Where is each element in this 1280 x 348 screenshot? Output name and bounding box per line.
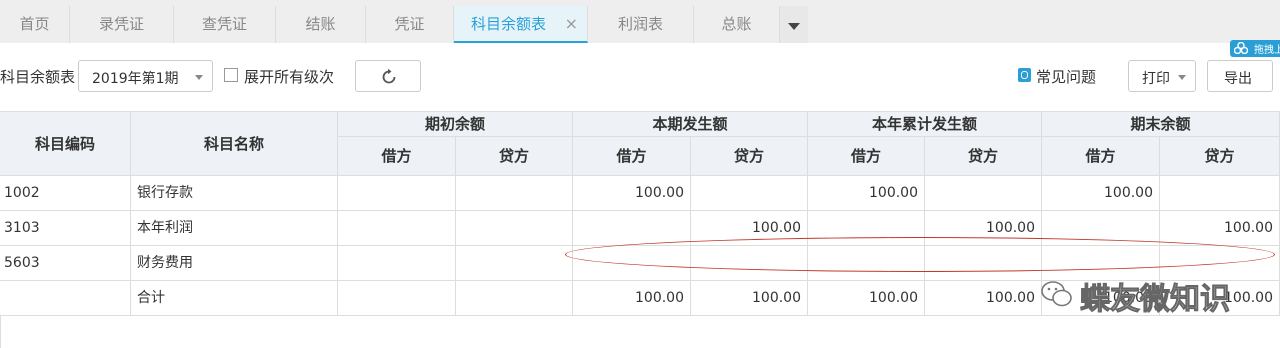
tab-label: 首页 bbox=[19, 15, 50, 33]
tab-bar: 首页 录凭证 查凭证 结账 凭证 科目余额表 × 利润表 总账 bbox=[0, 0, 1280, 43]
caret-down-icon bbox=[1178, 75, 1186, 80]
col-group-opening: 期初余额 bbox=[338, 112, 573, 137]
cell-amount bbox=[1042, 211, 1160, 246]
cell-amount bbox=[456, 281, 573, 316]
cell-amount bbox=[456, 176, 573, 211]
period-select[interactable]: 2019年第1期 bbox=[78, 60, 213, 92]
refresh-icon bbox=[382, 68, 396, 84]
cell-amount bbox=[691, 176, 808, 211]
cell-amount: 100.00 bbox=[925, 211, 1042, 246]
col-group-closing: 期末余额 bbox=[1042, 112, 1280, 137]
col-header-debit: 借方 bbox=[1042, 137, 1160, 176]
wechat-icon bbox=[1041, 281, 1072, 307]
cell-account-name: 合计 bbox=[131, 281, 338, 316]
cell-amount: 100.00 bbox=[925, 281, 1042, 316]
tab-label: 录凭证 bbox=[98, 15, 144, 33]
tab-closing[interactable]: 结账 bbox=[276, 6, 366, 43]
cell-amount bbox=[573, 246, 691, 281]
tab-more-dropdown[interactable] bbox=[780, 6, 808, 43]
tab-label: 总账 bbox=[721, 15, 752, 33]
cell-amount: 100.00 bbox=[691, 281, 808, 316]
cell-amount bbox=[338, 281, 456, 316]
col-group-period: 本期发生额 bbox=[573, 112, 808, 137]
col-header-debit: 借方 bbox=[573, 137, 691, 176]
col-group-ytd: 本年累计发生额 bbox=[808, 112, 1042, 137]
tab-income-statement[interactable]: 利润表 bbox=[588, 6, 694, 43]
tab-account-balance[interactable]: 科目余额表 × bbox=[454, 6, 588, 43]
cell-amount bbox=[338, 176, 456, 211]
export-button[interactable]: 导出 bbox=[1207, 60, 1273, 92]
tab-home[interactable]: 首页 bbox=[0, 6, 70, 43]
period-value: 2019年第1期 bbox=[92, 71, 179, 87]
faq-link[interactable]: 常见问题 bbox=[1036, 66, 1096, 87]
cell-account-code: 1002 bbox=[0, 176, 131, 211]
cell-account-name: 财务费用 bbox=[131, 246, 338, 281]
tab-label: 凭证 bbox=[394, 15, 425, 33]
cell-amount: 100.00 bbox=[691, 211, 808, 246]
cell-amount: 100.00 bbox=[808, 281, 925, 316]
cell-amount bbox=[925, 176, 1042, 211]
close-icon[interactable]: × bbox=[565, 6, 578, 42]
col-header-credit: 贷方 bbox=[456, 137, 573, 176]
cell-account-name: 本年利润 bbox=[131, 211, 338, 246]
cell-account-code: 5603 bbox=[0, 246, 131, 281]
col-header-credit: 贷方 bbox=[1160, 137, 1280, 176]
export-label: 导出 bbox=[1224, 71, 1252, 87]
caret-down-icon bbox=[788, 23, 800, 30]
cell-account-name: 银行存款 bbox=[131, 176, 338, 211]
drag-badge[interactable]: 拖拽上 bbox=[1230, 40, 1280, 57]
cell-account-code: 3103 bbox=[0, 211, 131, 246]
col-header-credit: 贷方 bbox=[691, 137, 808, 176]
tab-general-ledger[interactable]: 总账 bbox=[694, 6, 780, 43]
cell-amount bbox=[338, 246, 456, 281]
cell-amount: 100.00 bbox=[573, 281, 691, 316]
tab-query-voucher[interactable]: 查凭证 bbox=[174, 6, 276, 43]
expand-all-label: 展开所有级次 bbox=[244, 68, 335, 86]
cell-amount: 100.00 bbox=[1042, 176, 1160, 211]
print-label: 打印 bbox=[1142, 71, 1170, 87]
col-header-debit: 借方 bbox=[808, 137, 925, 176]
tab-record-voucher[interactable]: 录凭证 bbox=[70, 6, 174, 43]
cell-amount bbox=[691, 246, 808, 281]
cell-amount: 100.00 bbox=[808, 176, 925, 211]
col-header-credit: 贷方 bbox=[925, 137, 1042, 176]
report-label: 科目余额表 bbox=[0, 68, 76, 86]
cell-amount bbox=[808, 246, 925, 281]
col-header-debit: 借方 bbox=[338, 137, 456, 176]
cell-amount: 100.00 bbox=[1160, 211, 1280, 246]
cell-amount bbox=[456, 246, 573, 281]
col-header-code: 科目编码 bbox=[0, 112, 131, 176]
cell-amount bbox=[925, 246, 1042, 281]
print-button[interactable]: 打印 bbox=[1128, 60, 1196, 92]
tab-voucher[interactable]: 凭证 bbox=[366, 6, 454, 43]
drag-badge-text: 拖拽上 bbox=[1254, 45, 1280, 56]
tab-label: 科目余额表 bbox=[471, 15, 547, 33]
cell-amount bbox=[573, 211, 691, 246]
help-icon bbox=[1018, 68, 1031, 82]
caret-down-icon bbox=[195, 75, 203, 80]
tab-label: 查凭证 bbox=[201, 15, 247, 33]
cell-account-code bbox=[0, 281, 131, 316]
tab-label: 利润表 bbox=[617, 15, 663, 33]
cell-amount bbox=[456, 211, 573, 246]
col-header-name: 科目名称 bbox=[131, 112, 338, 176]
cell-amount bbox=[808, 211, 925, 246]
cell-amount bbox=[338, 211, 456, 246]
cell-amount: 100.00 bbox=[573, 176, 691, 211]
cluster-icon bbox=[1234, 42, 1248, 54]
empty-row bbox=[0, 316, 1280, 348]
watermark-text: 蝶友微知识 bbox=[1080, 282, 1231, 318]
expand-all-checkbox[interactable] bbox=[224, 68, 238, 82]
cell-amount bbox=[1160, 176, 1280, 211]
refresh-button[interactable] bbox=[355, 60, 421, 92]
tab-label: 结账 bbox=[305, 15, 336, 33]
